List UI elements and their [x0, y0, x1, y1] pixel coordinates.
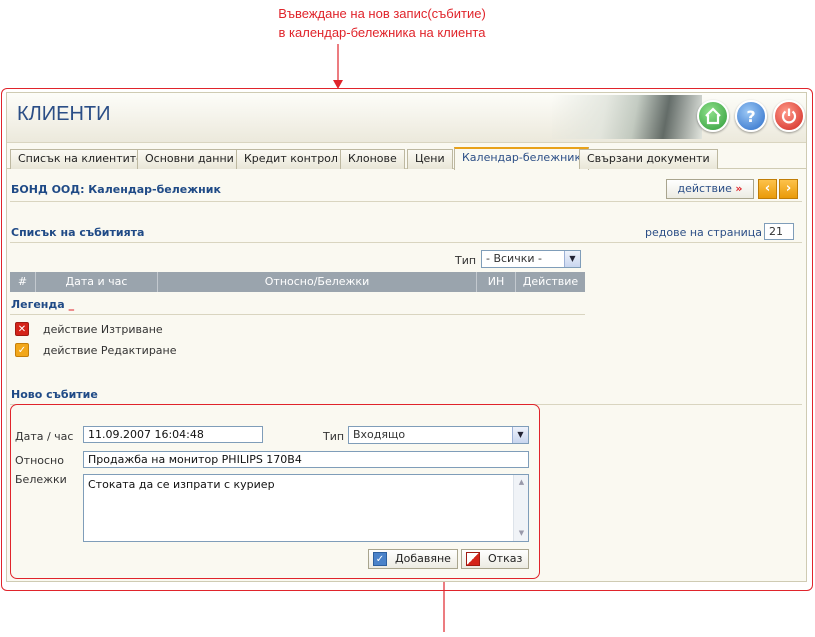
home-icon — [705, 107, 721, 125]
action-arrow-icon: » — [735, 182, 743, 195]
legend-title-text: Легенда — [11, 298, 65, 311]
help-icon: ? — [746, 107, 756, 126]
chevron-right-icon: › — [785, 181, 792, 196]
power-icon — [781, 108, 797, 124]
new-event-title: Ново събитие — [11, 388, 98, 401]
rows-per-page-input[interactable]: 21 — [764, 223, 794, 240]
help-button[interactable]: ? — [735, 100, 767, 132]
prev-record-button[interactable]: ‹ — [758, 179, 777, 199]
type-filter-value: - Всички - — [486, 252, 542, 265]
tab-related-documents[interactable]: Свързани документи — [579, 149, 718, 169]
client-section-title: БОНД ООД: Календар-бележник — [11, 183, 221, 196]
tab-credit-control[interactable]: Кредит контрол — [236, 149, 346, 169]
column-header[interactable]: ИН — [477, 272, 516, 292]
new-event-highlight-frame — [10, 404, 540, 579]
divider — [10, 242, 802, 243]
rows-per-page-text: редове на страница — [645, 226, 763, 239]
divider — [10, 314, 585, 315]
delete-icon: ✕ — [15, 322, 29, 336]
legend-title: Легенда _ — [11, 298, 74, 311]
legend-item-edit: действие Редактиране — [43, 344, 177, 357]
chevron-left-icon: ‹ — [764, 181, 771, 196]
type-filter-select[interactable]: - Всички - ▼ — [481, 250, 581, 268]
events-table-header: # Дата и час Относно/Бележки ИН Действие — [10, 272, 585, 292]
page-title: КЛИЕНТИ — [17, 103, 111, 125]
header-decoration — [552, 95, 702, 139]
chevron-down-icon[interactable]: ▼ — [564, 251, 580, 267]
edit-icon: ✓ — [15, 343, 29, 357]
app-header: КЛИЕНТИ ? — [7, 93, 806, 143]
events-list-title: Списък на събитията — [11, 226, 145, 239]
tab-basic-data[interactable]: Основни данни — [137, 149, 242, 169]
column-header[interactable]: Действие — [516, 272, 585, 292]
tab-branches[interactable]: Клонове — [340, 149, 405, 169]
logout-button[interactable] — [773, 100, 805, 132]
legend-collapse-toggle[interactable]: _ — [69, 298, 75, 311]
column-header[interactable]: Дата и час — [36, 272, 158, 292]
tab-clients-list[interactable]: Списък на клиентите — [10, 149, 151, 169]
column-header[interactable]: Относно/Бележки — [158, 272, 477, 292]
next-record-button[interactable]: › — [779, 179, 798, 199]
action-button[interactable]: действие » — [666, 179, 754, 199]
legend-item-delete: действие Изтриване — [43, 323, 163, 336]
tab-bar: Списък на клиентите Основни данни Кредит… — [7, 147, 806, 170]
type-filter-label: Тип — [455, 254, 477, 267]
tab-calendar[interactable]: Календар-бележник — [454, 147, 590, 170]
divider — [10, 201, 802, 202]
tab-prices[interactable]: Цени — [407, 149, 453, 169]
column-header[interactable]: # — [10, 272, 36, 292]
action-label: действие — [677, 182, 732, 195]
home-button[interactable] — [697, 100, 729, 132]
rows-per-page-label: редове на страница » — [645, 226, 773, 239]
